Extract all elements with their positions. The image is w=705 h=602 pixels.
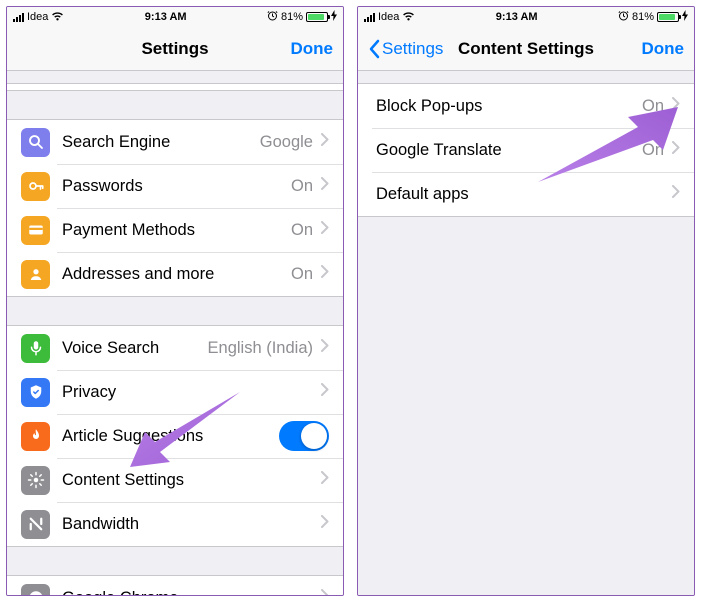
row-value: On [291, 265, 313, 284]
row-label: Passwords [62, 177, 291, 196]
row-payment[interactable]: Payment MethodsOn [7, 208, 343, 252]
carrier-label: Idea [27, 11, 48, 23]
chevron-right-icon [672, 97, 680, 115]
alarm-icon [618, 10, 629, 24]
row-default-apps[interactable]: Default apps [358, 172, 694, 216]
done-button[interactable]: Done [291, 39, 334, 59]
content-settings-list[interactable]: Block Pop-upsOnGoogle TranslateOnDefault… [358, 71, 694, 595]
chevron-right-icon [321, 265, 329, 283]
phone-settings: Idea 9:13 AM 81% Settings Done Search En… [6, 6, 344, 596]
bandwidth-icon [21, 510, 50, 539]
carrier-label: Idea [378, 11, 399, 23]
row-bandwidth[interactable]: Bandwidth [7, 502, 343, 546]
row-label: Search Engine [62, 133, 260, 152]
row-search[interactable]: Search EngineGoogle [7, 120, 343, 164]
chevron-right-icon [321, 177, 329, 195]
settings-list[interactable]: Search EngineGooglePasswordsOnPayment Me… [7, 71, 343, 595]
search-icon [21, 128, 50, 157]
payment-icon [21, 216, 50, 245]
row-label: Content Settings [62, 471, 321, 490]
row-label: Payment Methods [62, 221, 291, 240]
wifi-icon [402, 11, 415, 24]
chevron-right-icon [321, 515, 329, 533]
row-google-translate[interactable]: Google TranslateOn [358, 128, 694, 172]
status-bar: Idea 9:13 AM 81% [7, 7, 343, 27]
voice-icon [21, 334, 50, 363]
chevron-right-icon [321, 133, 329, 151]
battery-pct: 81% [632, 11, 654, 23]
chevron-right-icon [321, 339, 329, 357]
chrome-icon [21, 584, 50, 596]
chevron-right-icon [672, 185, 680, 203]
row-value: Google [260, 133, 313, 152]
chevron-right-icon [321, 221, 329, 239]
row-label: Addresses and more [62, 265, 291, 284]
signal-icon [13, 13, 24, 22]
row-block-pop-ups[interactable]: Block Pop-upsOn [358, 84, 694, 128]
nav-bar: Settings Content Settings Done [358, 27, 694, 71]
row-value: On [291, 221, 313, 240]
row-value: On [642, 141, 664, 160]
row-addresses[interactable]: Addresses and moreOn [7, 252, 343, 296]
addresses-icon [21, 260, 50, 289]
row-label: Bandwidth [62, 515, 321, 534]
row-label: Voice Search [62, 339, 208, 358]
battery-icon [657, 12, 679, 22]
content-icon [21, 466, 50, 495]
clock: 9:13 AM [496, 11, 538, 23]
row-label: Article Suggestions [62, 427, 279, 446]
battery-icon [306, 12, 328, 22]
chevron-right-icon [321, 471, 329, 489]
chevron-right-icon [321, 589, 329, 595]
row-chrome[interactable]: Google Chrome [7, 576, 343, 595]
row-label: Google Translate [376, 141, 642, 160]
done-button[interactable]: Done [642, 39, 685, 59]
passwords-icon [21, 172, 50, 201]
row-content[interactable]: Content Settings [7, 458, 343, 502]
wifi-icon [51, 11, 64, 24]
row-value: On [291, 177, 313, 196]
row-voice[interactable]: Voice SearchEnglish (India) [7, 326, 343, 370]
row-passwords[interactable]: PasswordsOn [7, 164, 343, 208]
back-button[interactable]: Settings [368, 39, 443, 59]
row-label: Privacy [62, 383, 321, 402]
charging-icon [682, 10, 688, 24]
nav-bar: Settings Done [7, 27, 343, 71]
charging-icon [331, 10, 337, 24]
privacy-icon [21, 378, 50, 407]
row-label: Google Chrome [62, 589, 321, 596]
alarm-icon [267, 10, 278, 24]
row-value: English (India) [208, 339, 313, 358]
chevron-right-icon [321, 383, 329, 401]
phone-content-settings: Idea 9:13 AM 81% Settings Content Settin… [357, 6, 695, 596]
row-privacy[interactable]: Privacy [7, 370, 343, 414]
toggle-switch[interactable] [279, 421, 329, 451]
clock: 9:13 AM [145, 11, 187, 23]
row-label: Default apps [376, 185, 672, 204]
back-label: Settings [382, 39, 443, 59]
signal-icon [364, 13, 375, 22]
status-bar: Idea 9:13 AM 81% [358, 7, 694, 27]
article-icon [21, 422, 50, 451]
row-label: Block Pop-ups [376, 97, 642, 116]
chevron-right-icon [672, 141, 680, 159]
row-value: On [642, 97, 664, 116]
battery-pct: 81% [281, 11, 303, 23]
row-article[interactable]: Article Suggestions [7, 414, 343, 458]
